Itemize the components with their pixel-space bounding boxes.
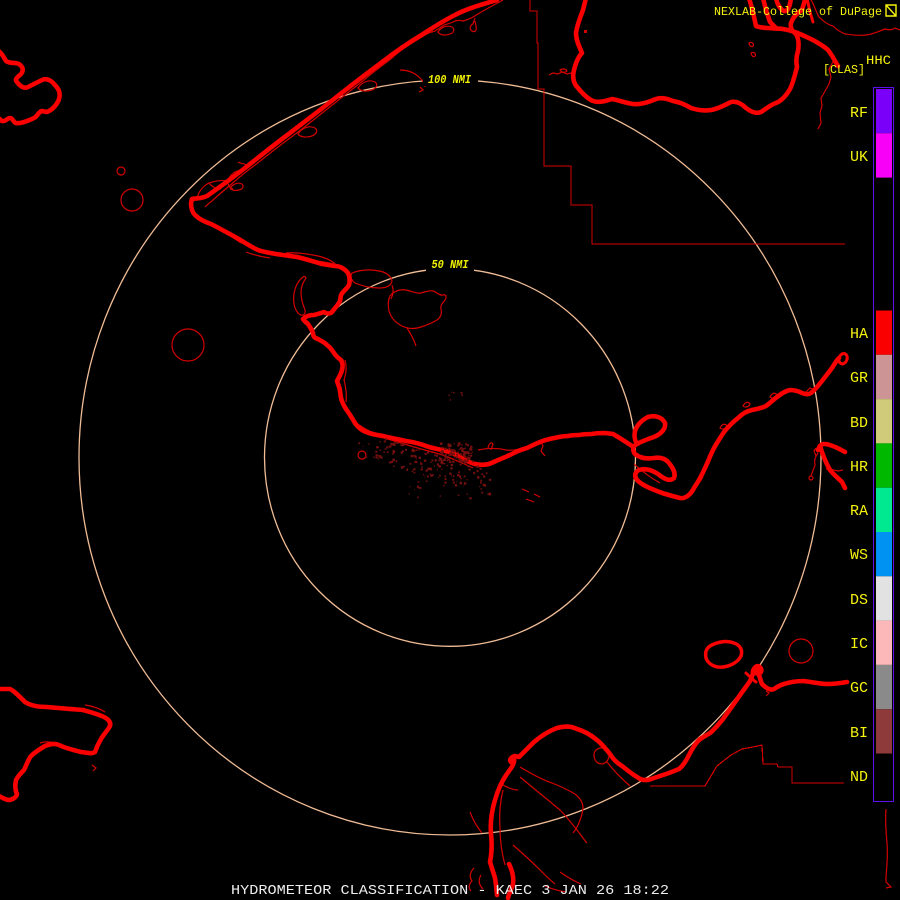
svg-text:100 NMI: 100 NMI: [428, 73, 472, 87]
svg-text:HR: HR: [850, 459, 868, 476]
svg-text:WS: WS: [850, 547, 868, 564]
svg-text:UK: UK: [850, 149, 868, 166]
svg-text:HYDROMETEOR CLASSIFICATION - K: HYDROMETEOR CLASSIFICATION - KAEC 3 JAN …: [231, 883, 669, 899]
svg-text:IC: IC: [850, 636, 868, 653]
svg-text:RF: RF: [850, 105, 868, 122]
svg-text:DS: DS: [850, 592, 868, 609]
svg-text:HA: HA: [850, 326, 868, 343]
svg-text:ND: ND: [850, 769, 868, 786]
svg-text:50 NMI: 50 NMI: [432, 258, 470, 272]
svg-text:GC: GC: [850, 680, 868, 697]
svg-text:RA: RA: [850, 503, 868, 520]
svg-text:BI: BI: [850, 725, 868, 742]
svg-text:BD: BD: [850, 415, 868, 432]
svg-text:NEXLAB-College of DuPage: NEXLAB-College of DuPage: [714, 5, 882, 19]
svg-text:HHC: HHC: [866, 53, 891, 68]
svg-text:[CLAS]: [CLAS]: [823, 63, 865, 77]
svg-text:GR: GR: [850, 370, 868, 387]
